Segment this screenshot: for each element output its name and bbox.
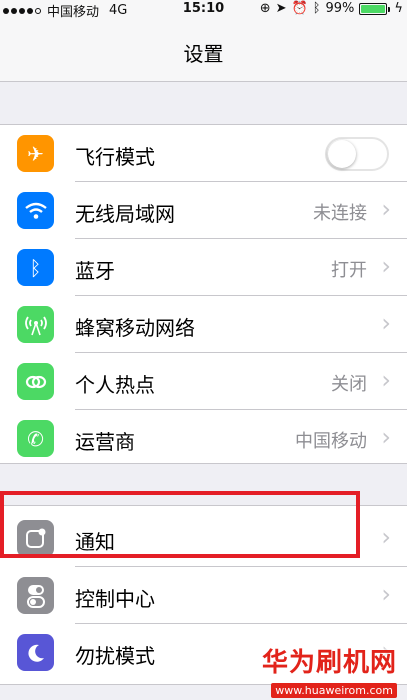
row-value: 中国移动 (295, 431, 367, 452)
row-value: 关闭 (331, 374, 367, 395)
status-right: ⊕ ➤ ⏰ ᛒ 99% ϟ (260, 1, 403, 16)
alarm-icon: ⏰ (291, 1, 308, 16)
airplane-icon: ✈ (17, 135, 54, 172)
row-label: 控制中心 (75, 587, 155, 611)
airplane-mode-toggle[interactable] (325, 137, 389, 171)
settings-row-bluetooth[interactable]: ᛒ 蓝牙 打开 › (0, 239, 407, 296)
location-icon: ➤ (275, 1, 287, 16)
bluetooth-status-icon: ᛒ (312, 1, 321, 16)
chevron-right-icon: › (381, 580, 391, 608)
row-value: 打开 (331, 260, 367, 281)
navigation-bar: 设置 (0, 18, 407, 82)
do-not-disturb-icon (17, 634, 54, 671)
row-label: 通知 (75, 530, 115, 554)
row-label: 个人热点 (75, 373, 155, 397)
battery-percent: 99% (325, 1, 355, 16)
settings-row-control-center[interactable]: 控制中心 › (0, 567, 407, 624)
status-bar: 中国移动 4G 15:10 ⊕ ➤ ⏰ ᛒ 99% ϟ (0, 0, 407, 20)
row-label: 无线局域网 (75, 202, 175, 226)
watermark-title: 华为刷机网 (261, 648, 397, 678)
watermark-url: www.huaweirom.com (271, 683, 397, 698)
hotspot-icon (17, 363, 54, 400)
settings-row-carrier[interactable]: ✆ 运营商 中国移动 › (0, 410, 407, 467)
settings-row-airplane-mode: ✈ 飞行模式 (0, 125, 407, 182)
row-label: 勿扰模式 (75, 644, 155, 668)
chevron-right-icon: › (381, 423, 391, 451)
chevron-right-icon: › (381, 252, 391, 280)
row-value: 未连接 (313, 203, 367, 224)
charging-icon: ϟ (394, 1, 403, 16)
row-label: 蓝牙 (75, 259, 115, 283)
chevron-right-icon: › (381, 523, 391, 551)
chevron-right-icon: › (381, 366, 391, 394)
chevron-right-icon: › (381, 309, 391, 337)
settings-row-personal-hotspot[interactable]: 个人热点 关闭 › (0, 353, 407, 410)
screen-lock-icon: ⊕ (259, 1, 271, 16)
row-label: 运营商 (75, 430, 135, 454)
phone-icon: ✆ (17, 420, 54, 457)
row-label: 蜂窝移动网络 (75, 316, 195, 340)
wifi-icon (17, 192, 54, 229)
settings-row-notifications[interactable]: 通知 › (0, 510, 407, 567)
control-center-icon (17, 577, 54, 614)
watermark: 华为刷机网 www.huaweirom.com (262, 642, 397, 698)
settings-group-connectivity: ✈ 飞行模式 无线局域网 未连接 › ᛒ 蓝牙 打开 › 蜂窝移动网络 › 个人… (0, 124, 407, 464)
toggle-knob (328, 140, 356, 168)
notifications-icon (17, 520, 54, 557)
page-title: 设置 (183, 42, 224, 66)
bluetooth-icon: ᛒ (17, 249, 54, 286)
battery-icon (359, 2, 391, 15)
row-label: 飞行模式 (75, 145, 155, 169)
cellular-icon (17, 306, 54, 343)
settings-row-cellular[interactable]: 蜂窝移动网络 › (0, 296, 407, 353)
settings-row-wlan[interactable]: 无线局域网 未连接 › (0, 182, 407, 239)
chevron-right-icon: › (381, 195, 391, 223)
